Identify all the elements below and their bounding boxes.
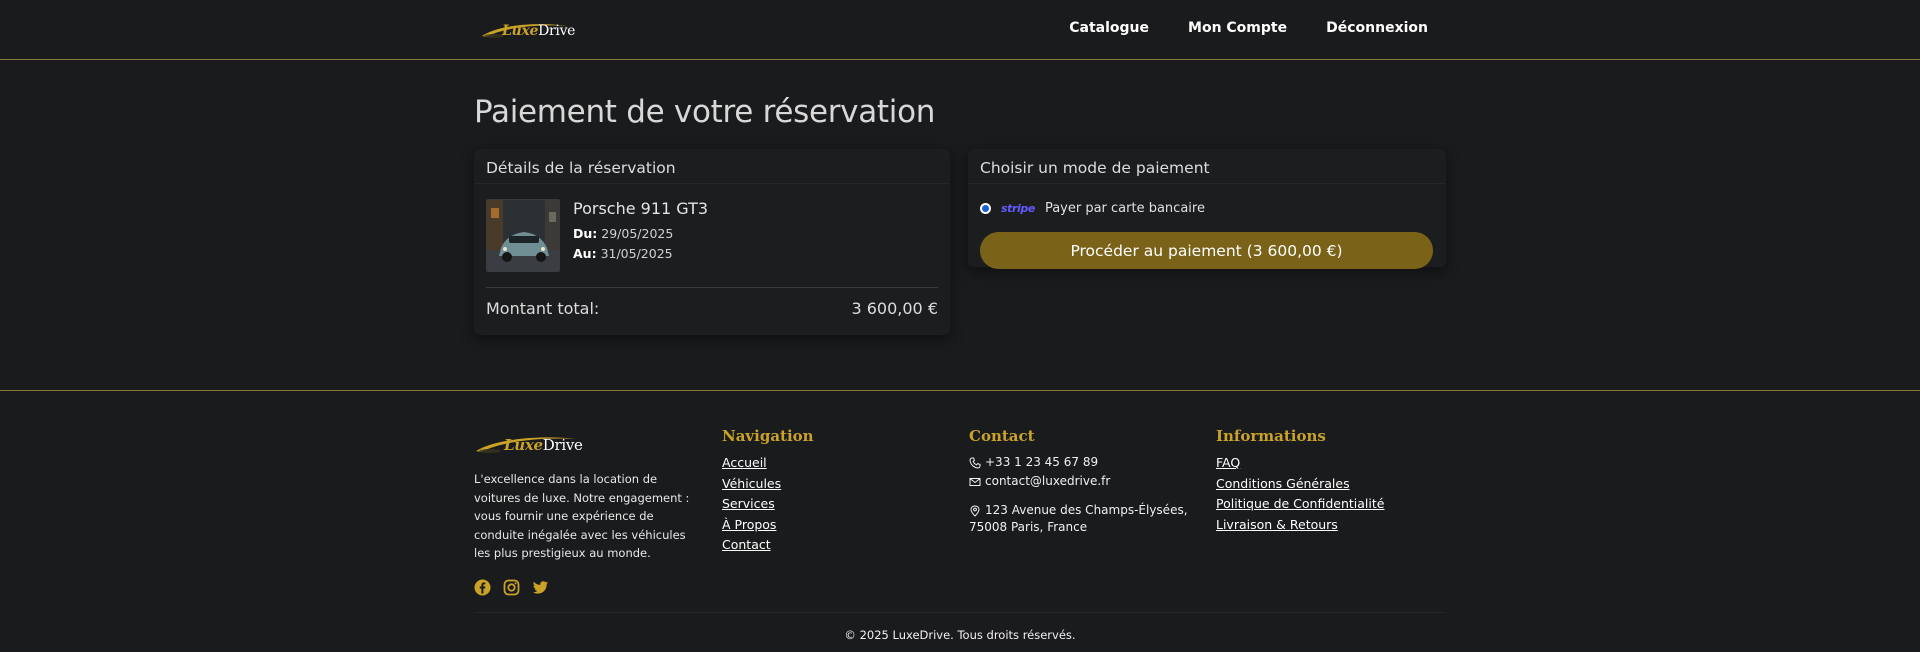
footer-informations-title: Informations [1216, 427, 1326, 445]
stripe-logo: stripe [1001, 202, 1035, 215]
footer-link-services[interactable]: Services [722, 496, 814, 512]
instagram-icon[interactable] [503, 579, 520, 596]
payment-option-label: Payer par carte bancaire [1044, 201, 1205, 216]
footer-contact-title: Contact [969, 427, 1035, 445]
nav-deconnexion[interactable]: Déconnexion [1326, 20, 1428, 36]
address-line-1-value: 123 Avenue des Champs-Élysées, [985, 503, 1188, 517]
footer-contact: Contact +33 1 23 45 67 89 contact@luxedr… [969, 427, 1188, 537]
footer-logo[interactable]: LuxeDrive [474, 431, 583, 455]
end-date-value: 31/05/2025 [600, 246, 673, 261]
logo-text: LuxeDrive [502, 23, 575, 39]
footer-link-contact[interactable]: Contact [722, 537, 814, 553]
payment-option-card[interactable]: stripe Payer par carte bancaire [980, 201, 1205, 216]
vehicle-name: Porsche 911 GT3 [573, 199, 709, 218]
footer-link-faq[interactable]: FAQ [1216, 455, 1384, 471]
page-title: Paiement de votre réservation [474, 94, 936, 130]
start-date-value: 29/05/2025 [601, 226, 674, 241]
footer-link-livraison[interactable]: Livraison & Retours [1216, 517, 1384, 533]
total-label: Montant total: [486, 299, 600, 318]
vehicle-summary: Porsche 911 GT3 Du: 29/05/2025 Au: 31/05… [486, 199, 708, 272]
reservation-heading: Détails de la réservation [474, 149, 950, 184]
address-line-2: 75008 Paris, France [969, 520, 1088, 534]
divider [486, 287, 938, 288]
phone-icon [969, 457, 981, 469]
contact-phone-value: +33 1 23 45 67 89 [985, 455, 1099, 469]
logo-part2: Drive [538, 23, 576, 39]
social-links [474, 579, 549, 596]
contact-phone: +33 1 23 45 67 89 [969, 455, 1188, 470]
footer-logo-part2: Drive [542, 436, 583, 454]
payment-radio[interactable] [980, 203, 991, 214]
twitter-icon[interactable] [532, 579, 549, 596]
map-pin-icon [970, 504, 980, 517]
site-footer: LuxeDrive L'excellence dans la location … [0, 390, 1920, 652]
footer-informations: Informations FAQ Conditions Générales Po… [1216, 427, 1384, 537]
footer-link-vehicules[interactable]: Véhicules [722, 476, 814, 492]
start-date: Du: 29/05/2025 [573, 226, 708, 241]
footer-logo-text: LuxeDrive [504, 436, 583, 454]
total-amount: 3 600,00 € [851, 299, 938, 318]
nav-catalogue[interactable]: Catalogue [1069, 20, 1149, 36]
facebook-icon[interactable] [474, 579, 491, 596]
payment-heading: Choisir un mode de paiement [968, 149, 1446, 184]
footer-link-confidentialite[interactable]: Politique de Confidentialité [1216, 496, 1384, 512]
start-date-label: Du: [573, 226, 598, 241]
logo-part1: Luxe [502, 23, 539, 39]
footer-logo-part1: Luxe [504, 436, 543, 454]
mail-icon [969, 477, 981, 486]
vehicle-info: Porsche 911 GT3 Du: 29/05/2025 Au: 31/05… [573, 199, 708, 272]
payment-method-card: Choisir un mode de paiement stripe Payer… [968, 149, 1446, 269]
end-date-label: Au: [573, 246, 597, 261]
footer-tagline: L'excellence dans la location de voiture… [474, 472, 690, 560]
logo[interactable]: LuxeDrive [480, 18, 575, 40]
footer-navigation-title: Navigation [722, 427, 814, 445]
end-date: Au: 31/05/2025 [573, 246, 708, 261]
footer-divider [474, 612, 1446, 613]
contact-email: contact@luxedrive.fr [969, 474, 1188, 489]
site-header: LuxeDrive Catalogue Mon Compte Déconnexi… [0, 0, 1920, 60]
proceed-payment-button[interactable]: Procéder au paiement (3 600,00 €) [980, 232, 1433, 269]
footer-navigation: Navigation Accueil Véhicules Services À … [722, 427, 814, 558]
contact-email-value: contact@luxedrive.fr [985, 474, 1111, 488]
car-image-icon [487, 200, 559, 271]
main-nav: Catalogue Mon Compte Déconnexion [1069, 20, 1428, 36]
footer-link-accueil[interactable]: Accueil [722, 455, 814, 471]
footer-link-a-propos[interactable]: À Propos [722, 517, 814, 533]
nav-mon-compte[interactable]: Mon Compte [1188, 20, 1287, 36]
reservation-details-card: Détails de la réservation Porsche 911 GT… [474, 149, 950, 335]
vehicle-thumbnail [486, 199, 560, 272]
copyright: © 2025 LuxeDrive. Tous droits réservés. [844, 628, 1076, 642]
contact-address: 123 Avenue des Champs-Élysées, 75008 Par… [969, 503, 1188, 537]
footer-link-conditions[interactable]: Conditions Générales [1216, 476, 1384, 492]
address-line-1: 123 Avenue des Champs-Élysées, [969, 503, 1188, 518]
